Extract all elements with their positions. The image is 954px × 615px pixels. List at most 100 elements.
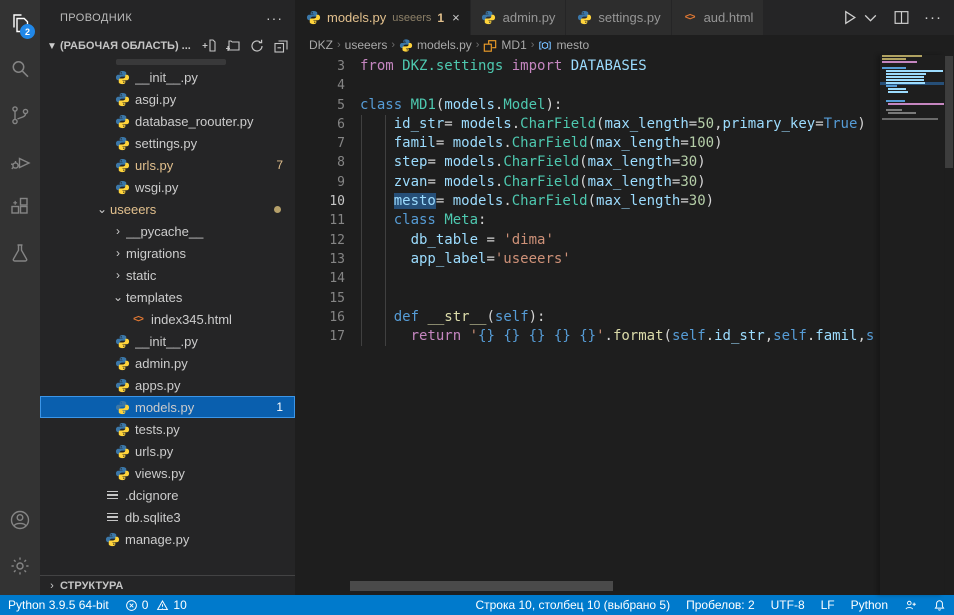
tree-item-manage-py[interactable]: manage.py (40, 528, 295, 550)
tab-admin-py[interactable]: admin.py (471, 0, 567, 35)
testing-icon[interactable] (0, 230, 40, 276)
tree-item-urls-py[interactable]: urls.py (40, 440, 295, 462)
code-line-7[interactable]: 7 famil= models.CharField(max_length=100… (295, 134, 880, 153)
breadcrumb-item-md1[interactable]: MD1 (483, 38, 526, 52)
refresh-icon[interactable] (249, 38, 265, 54)
close-icon[interactable]: × (452, 10, 460, 25)
vertical-scrollbar-thumb[interactable] (945, 56, 953, 168)
tree-item-db-sqlite3[interactable]: db.sqlite3 (40, 506, 295, 528)
new-file-icon[interactable] (201, 38, 217, 54)
code-line-14[interactable]: 14 (295, 269, 880, 288)
horizontal-scrollbar[interactable] (350, 581, 613, 591)
run-debug-icon[interactable] (0, 138, 40, 184)
run-dropdown-icon[interactable] (862, 9, 879, 26)
tree-item-wsgi-py[interactable]: wsgi.py (40, 176, 295, 198)
run-button[interactable] (841, 9, 858, 26)
line-number[interactable]: 12 (295, 231, 345, 250)
outline-section-header[interactable]: › СТРУКТУРА (40, 575, 295, 595)
problems-status[interactable]: 0 10 (117, 595, 195, 615)
line-number[interactable]: 3 (295, 57, 345, 76)
tree-item-apps-py[interactable]: apps.py (40, 374, 295, 396)
indentation-status[interactable]: Пробелов: 2 (678, 595, 763, 615)
python-interpreter-status[interactable]: Python 3.9.5 64-bit (0, 595, 117, 615)
explorer-more-icon[interactable]: ··· (266, 10, 283, 26)
tree-item-templates[interactable]: ⌄templates (40, 286, 295, 308)
tree-item-label: asgi.py (135, 92, 295, 107)
code-editor[interactable]: 3from DKZ.settings import DATABASES45cla… (295, 55, 880, 595)
tree-item-partial[interactable] (40, 57, 295, 66)
more-actions-icon[interactable]: ··· (924, 9, 942, 26)
code-line-11[interactable]: 11 class Meta: (295, 211, 880, 230)
minimap[interactable] (880, 55, 944, 595)
tab-settings-py[interactable]: settings.py (566, 0, 671, 35)
line-number[interactable]: 11 (295, 211, 345, 230)
eol-status[interactable]: LF (813, 595, 843, 615)
code-line-15[interactable]: 15 (295, 289, 880, 308)
code-line-17[interactable]: 17 return '{} {} {} {} {}'.format(self.i… (295, 327, 880, 346)
account-icon[interactable] (0, 497, 40, 543)
tree-item--init-py[interactable]: __init__.py (40, 66, 295, 88)
line-number[interactable]: 15 (295, 289, 345, 308)
code-line-9[interactable]: 9 zvan= models.CharField(max_length=30) (295, 173, 880, 192)
line-number[interactable]: 6 (295, 115, 345, 134)
source-control-icon[interactable] (0, 92, 40, 138)
tree-item-static[interactable]: ›static (40, 264, 295, 286)
language-mode-status[interactable]: Python (843, 595, 896, 615)
tree-item-index345-html[interactable]: <>index345.html (40, 308, 295, 330)
tab-aud-html[interactable]: <> aud.html (672, 0, 765, 35)
split-editor-icon[interactable] (893, 9, 910, 26)
code-line-8[interactable]: 8 step= models.CharField(max_length=30) (295, 153, 880, 172)
line-number[interactable]: 10 (295, 192, 345, 211)
tree-item-urls-py[interactable]: urls.py7 (40, 154, 295, 176)
breadcrumb-item-useeers[interactable]: useeers (345, 38, 388, 52)
tree-item-views-py[interactable]: views.py (40, 462, 295, 484)
code-line-10[interactable]: 10 mesto= models.CharField(max_length=30… (295, 192, 880, 211)
breadcrumb-item-models-py[interactable]: models.py (399, 38, 472, 52)
tree-item--init-py[interactable]: __init__.py (40, 330, 295, 352)
line-number[interactable]: 9 (295, 173, 345, 192)
tree-item-models-py[interactable]: models.py1 (40, 396, 295, 418)
code-line-16[interactable]: 16 def __str__(self): (295, 308, 880, 327)
line-number[interactable]: 13 (295, 250, 345, 269)
notifications-bell-icon[interactable] (925, 595, 954, 615)
feedback-icon[interactable] (896, 595, 925, 615)
tree-item-admin-py[interactable]: admin.py (40, 352, 295, 374)
workspace-header[interactable]: ▼ (РАБОЧАЯ ОБЛАСТЬ) ... (40, 35, 295, 57)
line-number[interactable]: 5 (295, 96, 345, 115)
code-line-6[interactable]: 6 id_str= models.CharField(max_length=50… (295, 115, 880, 134)
tree-item-useeers[interactable]: ⌄useeers (40, 198, 295, 220)
tree-item-asgi-py[interactable]: asgi.py (40, 88, 295, 110)
breadcrumb-item-mesto[interactable]: mesto (538, 38, 589, 52)
code-line-5[interactable]: 5class MD1(models.Model): (295, 96, 880, 115)
line-number[interactable]: 7 (295, 134, 345, 153)
explorer-icon[interactable]: 2 (0, 0, 40, 46)
breadcrumb-item-dkz[interactable]: DKZ (309, 38, 333, 52)
code-line-12[interactable]: 12 db_table = 'dima' (295, 231, 880, 250)
line-number[interactable]: 16 (295, 308, 345, 327)
code-line-4[interactable]: 4 (295, 76, 880, 95)
tree-item-database-roouter-py[interactable]: database_roouter.py (40, 110, 295, 132)
extensions-icon[interactable] (0, 184, 40, 230)
line-number[interactable]: 17 (295, 327, 345, 346)
line-number[interactable]: 4 (295, 76, 345, 95)
python-icon (399, 38, 413, 52)
tab-models-py[interactable]: models.py useeers 1 × (295, 0, 471, 35)
modified-dot-badge (274, 206, 281, 213)
tree-item-migrations[interactable]: ›migrations (40, 242, 295, 264)
line-number[interactable]: 14 (295, 269, 345, 288)
search-icon[interactable] (0, 46, 40, 92)
tree-item-settings-py[interactable]: settings.py (40, 132, 295, 154)
code-line-3[interactable]: 3from DKZ.settings import DATABASES (295, 57, 880, 76)
new-folder-icon[interactable] (225, 38, 241, 54)
line-number[interactable]: 8 (295, 153, 345, 172)
code-line-13[interactable]: 13 app_label='useeers' (295, 250, 880, 269)
tree-item--dcignore[interactable]: .dcignore (40, 484, 295, 506)
settings-gear-icon[interactable] (0, 543, 40, 589)
tree-item-tests-py[interactable]: tests.py (40, 418, 295, 440)
encoding-status[interactable]: UTF-8 (763, 595, 813, 615)
vertical-scrollbar[interactable] (944, 55, 954, 595)
cursor-position-status[interactable]: Строка 10, столбец 10 (выбрано 5) (467, 595, 678, 615)
tree-item-label: database_roouter.py (135, 114, 295, 129)
collapse-all-icon[interactable] (273, 38, 289, 54)
tree-item--pycache-[interactable]: ›__pycache__ (40, 220, 295, 242)
